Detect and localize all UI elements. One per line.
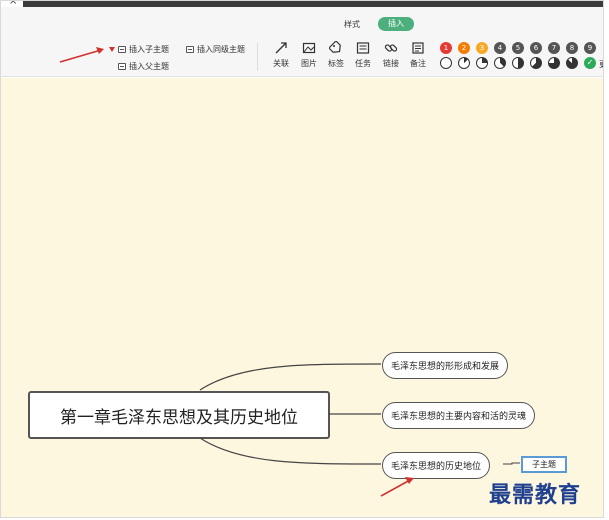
tool-label: 标签 <box>328 59 344 68</box>
progress-icon-63[interactable] <box>530 57 542 69</box>
tool-label: 备注 <box>410 59 426 68</box>
tool-relation-button[interactable]: 关联 <box>268 41 294 69</box>
child-topic[interactable]: 子主题 <box>521 456 567 473</box>
mindmap-canvas[interactable] <box>1 78 603 517</box>
toolbar-overflow-label[interactable]: 更 <box>599 59 603 70</box>
watermark-logo: 最需教育 <box>489 482 582 508</box>
insert-parent-button[interactable]: 插入父主题 <box>118 61 169 72</box>
progress-icon-25[interactable] <box>476 57 488 69</box>
priority-badge-3[interactable]: 3 <box>476 42 488 54</box>
arrow-icon <box>275 42 287 54</box>
priority-badge-6[interactable]: 6 <box>530 42 542 54</box>
subtopic-2[interactable]: 毛泽东思想的主要内容和活的灵魂 <box>382 402 536 429</box>
tool-label: 关联 <box>273 59 289 68</box>
topic-child-icon <box>118 46 126 53</box>
link-icon <box>384 44 398 52</box>
subtopic-3[interactable]: 毛泽东思想的历史地位 <box>382 452 491 479</box>
tab-insert[interactable]: 插入 <box>378 17 414 31</box>
insert-child-button[interactable]: 插入子主题 <box>109 44 169 55</box>
tool-task-button[interactable]: 任务 <box>350 41 376 69</box>
insert-sibling-label: 插入同级主题 <box>197 45 245 54</box>
insert-parent-label: 插入父主题 <box>129 62 169 71</box>
ribbon-tabs: 样式 插入 <box>1 7 603 37</box>
progress-done-icon[interactable]: ✓ <box>584 57 596 69</box>
note-icon <box>412 42 424 54</box>
close-icon[interactable]: × <box>9 1 17 7</box>
progress-icon-0[interactable] <box>440 57 452 69</box>
progress-icon-38[interactable] <box>494 57 506 69</box>
central-topic[interactable]: 第一章毛泽东思想及其历史地位 <box>28 391 330 439</box>
progress-icon-50[interactable] <box>512 57 524 69</box>
progress-icon-75[interactable] <box>548 57 560 69</box>
priority-badge-2[interactable]: 2 <box>458 42 470 54</box>
insert-child-label: 插入子主题 <box>129 45 169 54</box>
task-icon <box>356 42 370 54</box>
tool-label: 链接 <box>383 59 399 68</box>
topic-sibling-icon <box>186 46 194 53</box>
priority-badge-5[interactable]: 5 <box>512 42 524 54</box>
priority-badge-1[interactable]: 1 <box>440 42 452 54</box>
tool-image-button[interactable]: 图片 <box>296 41 322 69</box>
app-window: × 样式 插入 插入子主题 插入同级主题 插入父主题 关联 图片 标签 任务 链… <box>0 0 604 518</box>
tool-link-button[interactable]: 链接 <box>378 41 404 69</box>
image-icon <box>302 42 316 54</box>
tool-label: 图片 <box>301 59 317 68</box>
topic-parent-icon <box>118 63 126 70</box>
tool-label: 任务 <box>355 59 371 68</box>
priority-badge-4[interactable]: 4 <box>494 42 506 54</box>
progress-icon-88[interactable] <box>566 57 578 69</box>
caret-down-icon <box>109 47 115 52</box>
tool-tag-button[interactable]: 标签 <box>323 41 349 69</box>
priority-badge-8[interactable]: 8 <box>566 42 578 54</box>
tool-note-button[interactable]: 备注 <box>405 41 431 69</box>
insert-sibling-button[interactable]: 插入同级主题 <box>186 44 245 55</box>
priority-badge-9[interactable]: 9 <box>584 42 596 54</box>
tag-icon <box>329 41 341 53</box>
subtopic-1[interactable]: 毛泽东思想的形形成和发展 <box>382 352 509 379</box>
toolbar-divider <box>257 43 258 71</box>
priority-badge-7[interactable]: 7 <box>548 42 560 54</box>
progress-icon-13[interactable] <box>458 57 470 69</box>
tab-style[interactable]: 样式 <box>344 19 360 31</box>
